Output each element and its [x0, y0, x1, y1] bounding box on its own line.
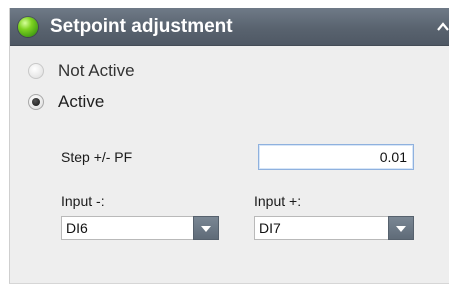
- radio-active[interactable]: Active: [28, 91, 104, 113]
- radio-button-not-active[interactable]: [28, 63, 44, 79]
- status-led-icon: [18, 17, 38, 37]
- input-minus-select[interactable]: DI6: [61, 216, 219, 240]
- radio-label-active: Active: [58, 92, 105, 111]
- chevron-down-icon[interactable]: [388, 216, 414, 240]
- input-minus-label: Input -:: [61, 193, 105, 209]
- input-plus-value: DI7: [259, 220, 281, 236]
- radio-label-not-active: Not Active: [58, 61, 135, 80]
- step-label: Step +/- PF: [61, 149, 133, 165]
- input-minus-value: DI6: [66, 220, 88, 236]
- input-plus-label: Input +:: [254, 193, 302, 209]
- radio-button-active[interactable]: [28, 94, 44, 110]
- radio-not-active[interactable]: Not Active: [28, 60, 135, 82]
- setpoint-adjustment-panel: Setpoint adjustment Not Active Active St…: [9, 8, 449, 284]
- panel-header[interactable]: Setpoint adjustment: [10, 8, 449, 46]
- chevron-down-icon[interactable]: [193, 216, 219, 240]
- step-input[interactable]: [258, 144, 414, 170]
- input-plus-select[interactable]: DI7: [254, 216, 414, 240]
- panel-title: Setpoint adjustment: [50, 16, 233, 37]
- chevron-up-icon[interactable]: [436, 17, 449, 37]
